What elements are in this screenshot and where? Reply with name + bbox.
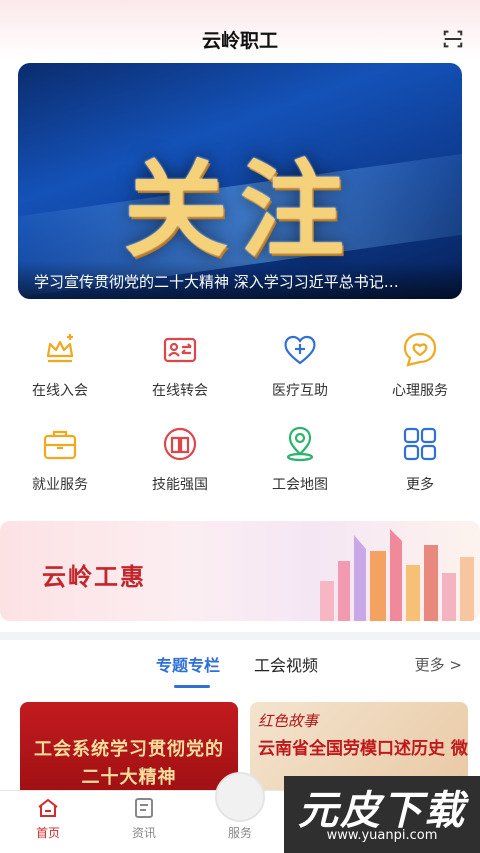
nav-label: 首页 xyxy=(35,826,60,840)
service-label: 在线入会 xyxy=(32,383,88,399)
active-tab-indicator xyxy=(174,685,210,688)
apps-grid-icon xyxy=(403,427,437,461)
tab-union-video[interactable]: 工会视频 xyxy=(254,652,318,676)
promo-banner[interactable]: 云岭工惠 xyxy=(0,521,480,621)
nav-news[interactable]: 资讯 xyxy=(104,796,184,841)
banner-caption: 学习宣传贯彻党的二十大精神 深入学习习近平总书记… xyxy=(18,261,462,299)
banner-carousel[interactable]: 关注 学习宣传贯彻党的二十大精神 深入学习习近平总书记… xyxy=(18,63,462,299)
service-skills[interactable]: 技能强国 xyxy=(120,424,240,504)
briefcase-icon xyxy=(43,430,77,460)
page-title: 云岭职工 xyxy=(201,30,278,52)
service-label: 工会地图 xyxy=(272,477,328,493)
app-header: 云岭职工 xyxy=(0,0,480,60)
nav-label: 资讯 xyxy=(131,826,156,840)
service-union-map[interactable]: 工会地图 xyxy=(240,424,360,504)
nav-service[interactable]: 服务 xyxy=(200,796,280,841)
heart-plus-icon xyxy=(284,335,316,365)
book-icon xyxy=(163,427,197,461)
news-icon xyxy=(135,798,153,818)
card-title: 云南省全国劳模口述历史 微视频 xyxy=(258,739,468,759)
service-employment[interactable]: 就业服务 xyxy=(0,424,120,504)
scan-icon[interactable] xyxy=(442,28,464,50)
service-label: 就业服务 xyxy=(32,477,88,493)
card-title: 工会系统学习贯彻党的二十大精神 xyxy=(34,739,224,788)
service-label: 心理服务 xyxy=(392,383,448,399)
more-link[interactable]: 更多 > xyxy=(415,654,462,675)
service-psychology[interactable]: 心理服务 xyxy=(360,330,480,410)
service-label: 在线转会 xyxy=(152,383,208,399)
nav-label: 服务 xyxy=(227,826,252,840)
banner-headline: 关注 xyxy=(123,148,356,271)
watermark-overlay: 元皮下载 www.yuanpi.com xyxy=(284,776,480,853)
city-skyline-illustration xyxy=(320,529,474,621)
service-transfer[interactable]: 在线转会 xyxy=(120,330,240,410)
service-label: 医疗互助 xyxy=(272,383,328,399)
service-more[interactable]: 更多 xyxy=(360,424,480,504)
tab-special-column[interactable]: 专题专栏 xyxy=(156,652,220,676)
map-pin-icon xyxy=(286,426,314,462)
article-card[interactable]: 工会系统学习贯彻党的二十大精神 xyxy=(20,702,238,802)
crown-plus-icon xyxy=(46,334,74,363)
id-transfer-icon xyxy=(163,337,197,363)
service-label: 更多 xyxy=(406,477,434,493)
promo-title: 云岭工惠 xyxy=(42,563,146,591)
heart-chat-icon xyxy=(403,332,437,367)
home-icon xyxy=(38,798,58,817)
watermark-url: www.yuanpi.com xyxy=(326,828,438,843)
service-label: 技能强国 xyxy=(152,477,208,493)
nav-home[interactable]: 首页 xyxy=(8,796,88,841)
service-join-union[interactable]: 在线入会 xyxy=(0,330,120,410)
card-script-title: 红色故事 xyxy=(258,712,319,730)
service-medical[interactable]: 医疗互助 xyxy=(240,330,360,410)
